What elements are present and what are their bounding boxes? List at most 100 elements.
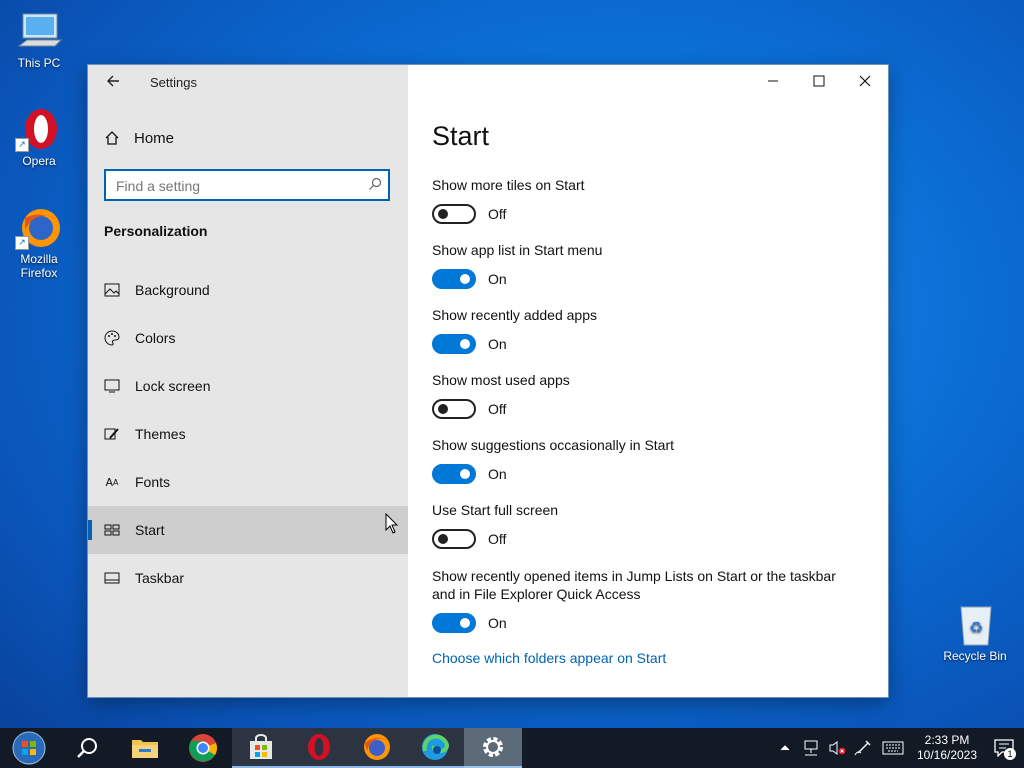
brush-icon (104, 426, 120, 442)
notification-count-badge: 1 (1004, 748, 1016, 760)
nav-item-lock-screen[interactable]: Lock screen (88, 362, 408, 410)
mouse-cursor-icon (385, 513, 399, 534)
nav-item-label: Lock screen (135, 378, 211, 394)
window-controls (750, 65, 888, 97)
nav-item-label: Colors (135, 330, 176, 346)
nav-item-start[interactable]: Start (88, 506, 408, 554)
search-icon[interactable] (58, 728, 116, 768)
desktop-icon-label: This PC (17, 56, 61, 70)
nav-item-themes[interactable]: Themes (88, 410, 408, 458)
setting-label: Show recently opened items in Jump Lists… (432, 568, 836, 602)
back-arrow-icon[interactable] (102, 71, 124, 93)
recycle-bin-icon: ♻ (951, 603, 999, 647)
toggle-state-label: On (488, 336, 507, 352)
home-label: Home (134, 129, 175, 147)
close-button[interactable] (842, 65, 888, 97)
jump-lists-toggle[interactable] (432, 613, 476, 633)
opera-icon[interactable] (290, 728, 348, 768)
nav-item-background[interactable]: Background (88, 266, 408, 314)
toggle-state-label: On (488, 466, 507, 482)
opera-icon: ↗ (15, 108, 63, 152)
home-nav-item[interactable]: Home (104, 127, 174, 149)
settings-sidebar: Settings Home Personalization Background… (88, 65, 408, 697)
firefox-icon[interactable] (348, 728, 406, 768)
clock-date: 10/16/2023 (916, 748, 978, 762)
desktop-icon-recycle-bin[interactable]: ♻ Recycle Bin (940, 603, 1010, 663)
desktop-icon-firefox[interactable]: ↗ Mozilla Firefox (4, 206, 74, 280)
system-tray: 2:33 PM 10/16/2023 1 (772, 728, 1024, 768)
toggle-state-label: On (488, 271, 507, 287)
setting-more-tiles: Show more tiles on Start Off (432, 176, 872, 224)
keyboard-icon[interactable] (876, 728, 910, 768)
search-input[interactable] (114, 171, 358, 201)
setting-label: Show suggestions occasionally in Start (432, 437, 675, 453)
setting-recently-added: Show recently added apps On (432, 306, 872, 354)
notification-center-button[interactable]: 1 (984, 728, 1024, 768)
desktop-icon-this-pc[interactable]: This PC (4, 10, 74, 70)
setting-jump-lists: Show recently opened items in Jump Lists… (432, 567, 852, 633)
nav-item-label: Background (135, 282, 210, 298)
app-title: Settings (150, 75, 197, 90)
setting-app-list: Show app list in Start menu On (432, 241, 872, 289)
edge-icon[interactable] (406, 728, 464, 768)
network-icon[interactable] (798, 728, 824, 768)
palette-icon (104, 330, 120, 346)
more-tiles-toggle[interactable] (432, 204, 476, 224)
setting-suggestions: Show suggestions occasionally in Start O… (432, 436, 872, 484)
toggle-state-label: On (488, 615, 507, 631)
font-icon: AA (105, 475, 119, 489)
shortcut-arrow-icon: ↗ (15, 236, 29, 250)
desktop-icon-label: Mozilla Firefox (20, 252, 58, 280)
setting-full-screen: Use Start full screen Off (432, 501, 872, 549)
taskbar: 2:33 PM 10/16/2023 1 (0, 728, 1024, 768)
search-icon (368, 177, 382, 196)
nav-list: Background Colors Lock screen Themes AA … (88, 266, 408, 602)
toggle-state-label: Off (488, 206, 507, 222)
desktop-icon-label: Opera (22, 154, 56, 168)
setting-label: Use Start full screen (432, 502, 559, 518)
recently-added-toggle[interactable] (432, 334, 476, 354)
taskbar-icon (104, 570, 120, 586)
section-title: Personalization (104, 223, 208, 239)
chevron-up-icon[interactable] (772, 728, 798, 768)
nav-item-taskbar[interactable]: Taskbar (88, 554, 408, 602)
start-orb-icon[interactable] (0, 728, 58, 768)
desktop-icon-opera[interactable]: ↗ Opera (4, 108, 74, 168)
toggle-state-label: Off (488, 401, 507, 417)
home-icon (105, 131, 119, 145)
clock[interactable]: 2:33 PM 10/16/2023 (910, 733, 984, 763)
maximize-button[interactable] (796, 65, 842, 97)
clock-time: 2:33 PM (924, 733, 970, 747)
full-screen-toggle[interactable] (432, 529, 476, 549)
store-icon[interactable] (232, 728, 290, 768)
picture-icon (104, 282, 120, 298)
nav-item-fonts[interactable]: AA Fonts (88, 458, 408, 506)
monitor-icon (104, 378, 120, 394)
chrome-icon[interactable] (174, 728, 232, 768)
desktop-icon-label: Recycle Bin (943, 649, 1007, 663)
suggestions-toggle[interactable] (432, 464, 476, 484)
nav-item-label: Themes (135, 426, 186, 442)
pen-icon[interactable] (850, 728, 876, 768)
minimize-button[interactable] (750, 65, 796, 97)
toggle-state-label: Off (488, 531, 507, 547)
search-box[interactable] (104, 169, 390, 201)
computer-icon (15, 10, 63, 54)
settings-gear-icon[interactable] (464, 728, 522, 768)
svg-text:♻: ♻ (969, 618, 983, 637)
nav-item-label: Fonts (135, 474, 171, 490)
setting-label: Show app list in Start menu (432, 242, 603, 258)
most-used-toggle[interactable] (432, 399, 476, 419)
app-list-toggle[interactable] (432, 269, 476, 289)
nav-item-label: Start (135, 522, 165, 538)
settings-window: Settings Home Personalization Background… (88, 65, 888, 697)
firefox-icon: ↗ (15, 206, 63, 250)
choose-folders-link[interactable]: Choose which folders appear on Start (432, 650, 666, 666)
page-title: Start (432, 121, 490, 151)
start-icon (104, 522, 120, 538)
file-explorer-icon[interactable] (116, 728, 174, 768)
nav-item-colors[interactable]: Colors (88, 314, 408, 362)
setting-label: Show recently added apps (432, 307, 597, 323)
nav-item-label: Taskbar (135, 570, 185, 586)
volume-muted-icon[interactable] (824, 728, 850, 768)
